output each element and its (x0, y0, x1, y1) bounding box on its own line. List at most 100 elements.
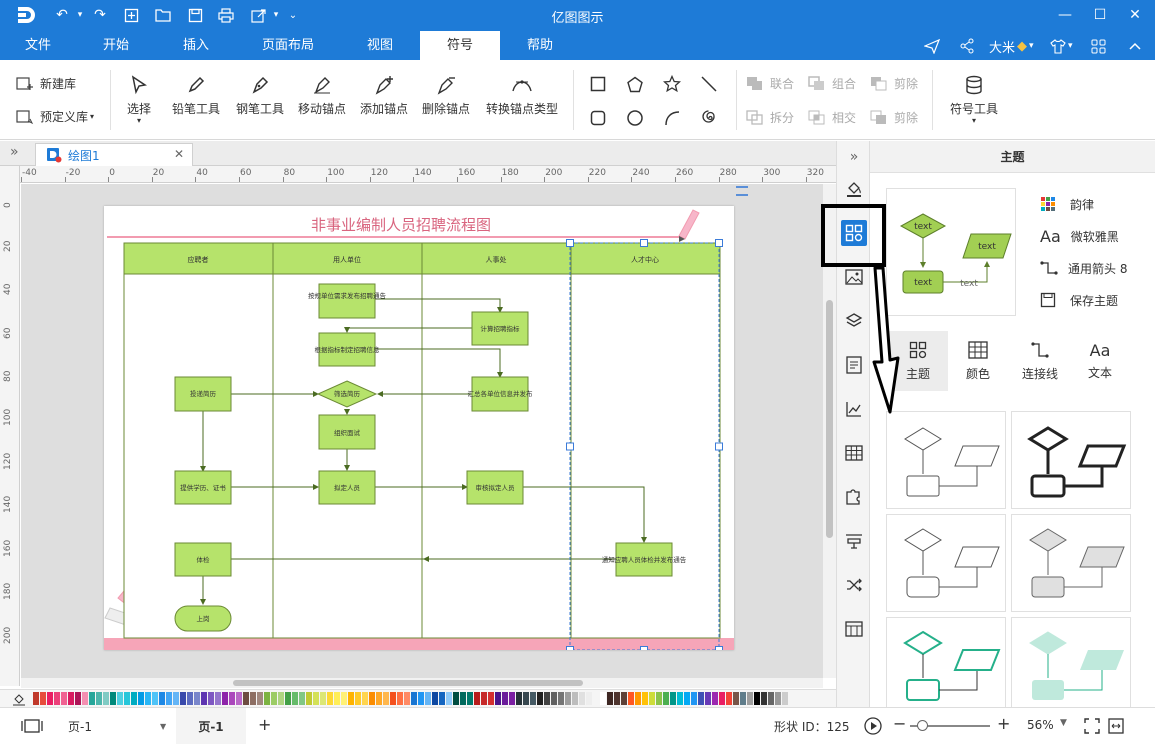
color-swatch[interactable] (397, 692, 403, 705)
color-swatch[interactable] (726, 692, 732, 705)
color-swatch[interactable] (677, 692, 683, 705)
color-swatch[interactable] (47, 692, 53, 705)
color-swatch[interactable] (537, 692, 543, 705)
color-swatch[interactable] (180, 692, 186, 705)
vertical-scrollbar-thumb[interactable] (826, 300, 833, 538)
color-swatch[interactable] (467, 692, 473, 705)
color-swatch[interactable] (698, 692, 704, 705)
tab-page-layout[interactable]: 页面布局 (254, 31, 322, 60)
move-anchor-button[interactable]: 移动锚点 (294, 70, 350, 117)
resize-handle[interactable] (566, 646, 574, 651)
rounded-rectangle-button[interactable] (587, 107, 609, 129)
color-swatch[interactable] (411, 692, 417, 705)
pentagon-shape-button[interactable] (624, 73, 646, 95)
theme-panel-icon[interactable] (841, 220, 867, 246)
image-icon[interactable] (841, 264, 867, 290)
subtract-button[interactable]: 剪除 (870, 75, 918, 92)
drawing-page[interactable]: 非事业编制人员招聘流程图 应聘者 用人单位 人事处 人才中心 按规单位需求发布招… (104, 206, 734, 650)
subtract-back-button[interactable]: 剪除 (870, 109, 918, 126)
color-swatch[interactable] (306, 692, 312, 705)
presentation-icon[interactable] (841, 528, 867, 554)
tab-help[interactable]: 帮助 (515, 31, 565, 60)
open-folder-icon[interactable] (153, 5, 173, 25)
color-swatch[interactable] (656, 692, 662, 705)
document-tab[interactable]: 绘图1 ✕ (35, 143, 193, 166)
resize-handle[interactable] (715, 442, 723, 451)
color-swatch[interactable] (278, 692, 284, 705)
fill-bucket-icon[interactable] (12, 692, 26, 706)
theme-thumb-bold[interactable] (1011, 411, 1131, 509)
color-swatch[interactable] (390, 692, 396, 705)
color-swatch[interactable] (187, 692, 193, 705)
save-theme-option[interactable]: 保存主题 (1040, 290, 1118, 310)
pencil-tool-button[interactable]: 铅笔工具 (168, 70, 224, 117)
color-swatch[interactable] (481, 692, 487, 705)
fill-paint-icon[interactable] (841, 176, 867, 202)
line-shape-button[interactable] (698, 73, 720, 95)
tab-view[interactable]: 视图 (355, 31, 405, 60)
customize-quick-access-icon[interactable]: ⌄ (283, 5, 303, 25)
resize-handle[interactable] (715, 646, 723, 651)
undo-icon[interactable]: ↶ (52, 5, 72, 25)
color-swatch[interactable] (544, 692, 550, 705)
panel-tab-text[interactable]: Aa 文本 (1070, 331, 1130, 391)
send-icon[interactable] (924, 36, 940, 56)
node-publish-notice[interactable] (318, 283, 376, 319)
puzzle-icon[interactable] (841, 484, 867, 510)
color-swatch[interactable] (369, 692, 375, 705)
circle-shape-button[interactable] (624, 107, 646, 129)
color-swatch[interactable] (334, 692, 340, 705)
color-swatch[interactable] (740, 692, 746, 705)
color-swatch[interactable] (551, 692, 557, 705)
color-swatch[interactable] (754, 692, 760, 705)
color-swatch[interactable] (432, 692, 438, 705)
expand-library-icon[interactable]: » (10, 144, 19, 160)
redo-icon[interactable]: ↷ (90, 5, 110, 25)
add-anchor-button[interactable]: 添加锚点 (356, 70, 412, 117)
apps-grid-icon[interactable] (1091, 36, 1106, 56)
color-swatch[interactable] (257, 692, 263, 705)
color-swatch[interactable] (502, 692, 508, 705)
color-swatch[interactable] (453, 692, 459, 705)
rectangle-shape-button[interactable] (587, 73, 609, 95)
color-swatch[interactable] (313, 692, 319, 705)
color-swatch[interactable] (425, 692, 431, 705)
color-swatch[interactable] (460, 692, 466, 705)
color-swatch[interactable] (530, 692, 536, 705)
new-file-icon[interactable] (121, 5, 141, 25)
color-swatch[interactable] (61, 692, 67, 705)
star-shape-button[interactable] (661, 73, 683, 95)
share-icon[interactable] (959, 36, 975, 56)
color-swatch[interactable] (383, 692, 389, 705)
theme-font-option[interactable]: Aa 微软雅黑 (1040, 226, 1119, 246)
color-swatch[interactable] (138, 692, 144, 705)
color-swatch[interactable] (271, 692, 277, 705)
undo-dropdown-icon[interactable]: ▾ (70, 5, 90, 25)
color-swatch[interactable] (642, 692, 648, 705)
color-swatch[interactable] (628, 692, 634, 705)
panel-tab-connector[interactable]: 连接线 (1010, 331, 1070, 391)
color-swatch[interactable] (670, 692, 676, 705)
theme-preview[interactable]: text text text text (886, 188, 1016, 316)
page-properties-icon[interactable] (841, 352, 867, 378)
color-swatch[interactable] (404, 692, 410, 705)
color-swatch[interactable] (201, 692, 207, 705)
color-swatch[interactable] (635, 692, 641, 705)
delete-anchor-button[interactable]: 删除锚点 (418, 70, 474, 117)
color-swatch[interactable] (418, 692, 424, 705)
chart-icon[interactable] (841, 396, 867, 422)
grid-table-icon[interactable] (841, 616, 867, 642)
color-swatch[interactable] (782, 692, 788, 705)
select-tool-button[interactable]: 选择 ▾ (122, 70, 156, 125)
table-icon[interactable] (841, 440, 867, 466)
color-swatch[interactable] (376, 692, 382, 705)
color-swatch[interactable] (96, 692, 102, 705)
color-swatch[interactable] (250, 692, 256, 705)
color-swatch[interactable] (516, 692, 522, 705)
color-swatch[interactable] (579, 692, 585, 705)
theme-thumb-teal-fill[interactable] (1011, 617, 1131, 707)
color-swatch[interactable] (768, 692, 774, 705)
tab-symbol[interactable]: 符号 (420, 31, 500, 60)
collapse-ribbon-icon[interactable] (1128, 36, 1142, 56)
color-swatch[interactable] (614, 692, 620, 705)
